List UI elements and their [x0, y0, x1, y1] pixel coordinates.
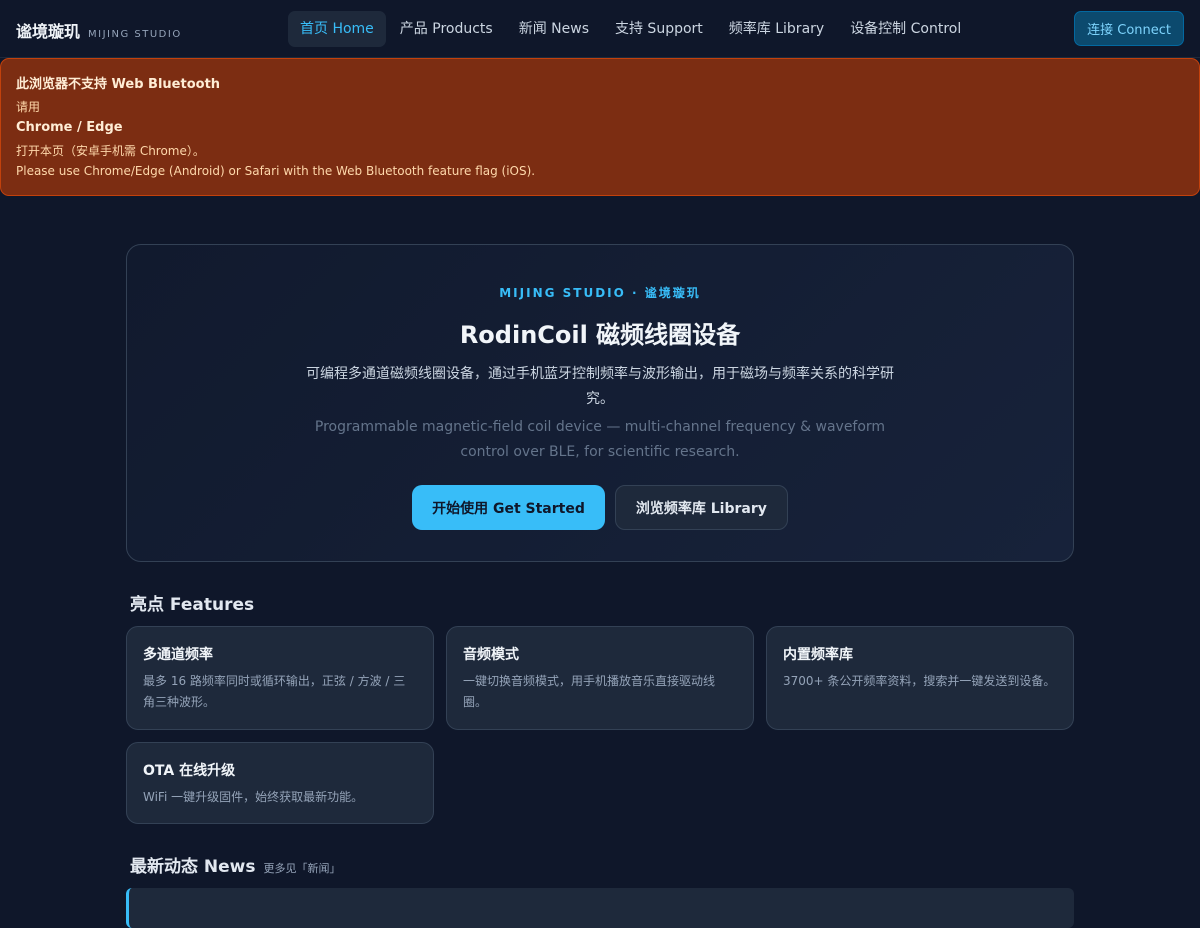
bluetooth-warning-banner: 此浏览器不支持 Web Bluetooth 请用 Chrome / Edge 打…: [0, 58, 1200, 196]
news-more-link[interactable]: 更多见「新闻」: [264, 860, 341, 876]
feature-card-title: OTA 在线升级: [143, 763, 236, 779]
feature-card-title: 音频模式: [463, 647, 519, 663]
news-heading: 最新动态 News 更多见「新闻」: [130, 852, 341, 877]
hero-description-cn: 可编程多通道磁频线圈设备，通过手机蓝牙控制频率与波形输出，用于磁场与频率关系的科…: [306, 366, 894, 407]
features-heading: 亮点 Features: [130, 595, 255, 615]
feature-card-multichannel: 多通道频率 最多 16 路频率同时或循环输出，正弦 / 方波 / 三角三种波形。: [126, 626, 434, 730]
main-nav: 首页 Home 产品 Products 新闻 News 支持 Support 频…: [288, 11, 975, 47]
feature-card-desc: WiFi 一键升级固件，始终获取最新功能。: [143, 790, 364, 804]
hero-title: RodinCoil 磁频线圈设备: [459, 321, 741, 349]
news-list-item[interactable]: [126, 888, 1074, 928]
warning-line-2: 打开本页（安卓手机需 Chrome）。: [16, 144, 205, 158]
hero-eyebrow: MIJING STUDIO · 谧境璇玑: [499, 286, 701, 300]
warning-line-1: 请用: [16, 100, 41, 114]
nav-item-control[interactable]: 设备控制 Control: [838, 11, 973, 47]
get-started-button[interactable]: 开始使用 Get Started: [412, 485, 605, 530]
feature-card-ota: OTA 在线升级 WiFi 一键升级固件，始终获取最新功能。: [126, 742, 434, 824]
brand-name-en: MIJING STUDIO: [88, 29, 182, 40]
top-navbar: 谧境璇玑 MIJING STUDIO 首页 Home 产品 Products 新…: [0, 0, 1200, 58]
news-title: 最新动态 News: [130, 857, 256, 877]
nav-item-support[interactable]: 支持 Support: [603, 11, 715, 47]
warning-line-3: Please use Chrome/Edge (Android) or Safa…: [16, 164, 536, 178]
nav-item-news[interactable]: 新闻 News: [507, 11, 601, 47]
hero-actions: 开始使用 Get Started 浏览频率库 Library: [127, 485, 1073, 530]
hero-card: MIJING STUDIO · 谧境璇玑 RodinCoil 磁频线圈设备 可编…: [126, 244, 1074, 562]
feature-card-audio: 音频模式 一键切换音频模式，用手机播放音乐直接驱动线圈。: [446, 626, 754, 730]
brand-name-cn: 谧境璇玑: [16, 22, 81, 41]
feature-card-desc: 3700+ 条公开频率资料，搜索并一键发送到设备。: [783, 674, 1056, 688]
feature-card-title: 多通道频率: [143, 647, 213, 663]
feature-card-desc: 最多 16 路频率同时或循环输出，正弦 / 方波 / 三角三种波形。: [143, 674, 406, 709]
feature-card-library: 内置频率库 3700+ 条公开频率资料，搜索并一键发送到设备。: [766, 626, 1074, 730]
browse-library-button[interactable]: 浏览频率库 Library: [614, 485, 788, 530]
warning-title: 此浏览器不支持 Web Bluetooth: [16, 77, 221, 92]
feature-card-title: 内置频率库: [783, 647, 853, 663]
nav-item-products[interactable]: 产品 Products: [388, 11, 505, 47]
brand-logo[interactable]: 谧境璇玑 MIJING STUDIO: [16, 18, 182, 42]
nav-item-home[interactable]: 首页 Home: [288, 11, 386, 47]
connect-button[interactable]: 连接 Connect: [1074, 11, 1184, 46]
feature-card-desc: 一键切换音频模式，用手机播放音乐直接驱动线圈。: [463, 674, 716, 709]
nav-item-library[interactable]: 频率库 Library: [717, 11, 836, 47]
warning-browsers: Chrome / Edge: [16, 120, 123, 135]
hero-description-en: Programmable magnetic-field coil device …: [314, 419, 886, 460]
